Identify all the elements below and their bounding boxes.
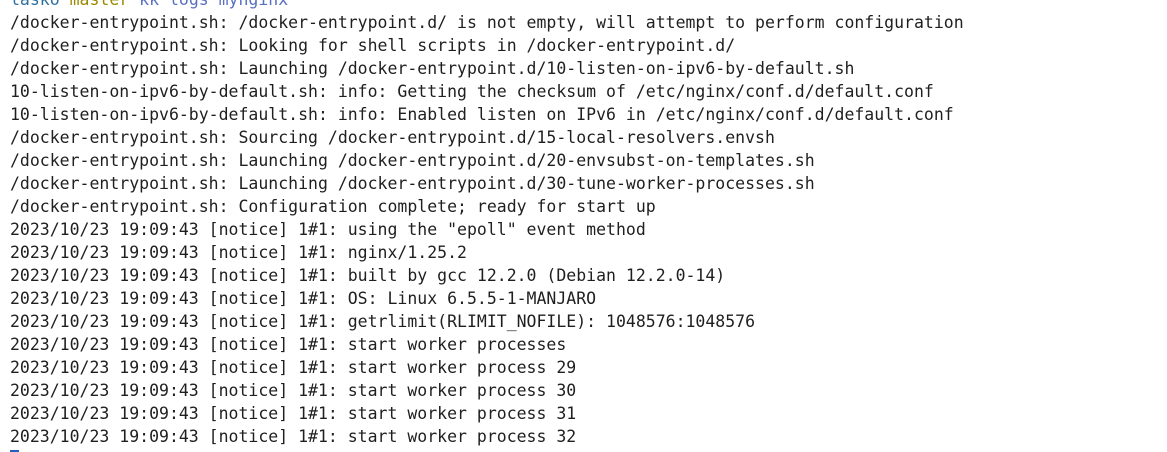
log-line: 10-listen-on-ipv6-by-default.sh: info: E… xyxy=(10,105,954,124)
log-line: 2023/10/23 19:09:43 [notice] 1#1: start … xyxy=(10,358,577,377)
log-line: 2023/10/23 19:09:43 [notice] 1#1: start … xyxy=(10,335,567,354)
log-line: 2023/10/23 19:09:43 [notice] 1#1: start … xyxy=(10,404,577,423)
log-line: /docker-entrypoint.sh: /docker-entrypoin… xyxy=(10,13,964,32)
prompt-line-current[interactable] xyxy=(10,448,964,452)
log-line: 2023/10/23 19:09:43 [notice] 1#1: built … xyxy=(10,266,726,285)
log-line: /docker-entrypoint.sh: Looking for shell… xyxy=(10,36,736,55)
log-line: 2023/10/23 19:09:43 [notice] 1#1: start … xyxy=(10,427,577,446)
prompt-line-previous: lasko master kk logs mynginx xyxy=(10,0,964,11)
log-line: /docker-entrypoint.sh: Configuration com… xyxy=(10,197,656,216)
prompt-branch: master xyxy=(70,0,130,9)
log-line: 10-listen-on-ipv6-by-default.sh: info: G… xyxy=(10,82,934,101)
terminal-window[interactable]: lasko master kk logs mynginx /docker-ent… xyxy=(0,0,1167,452)
log-line: 2023/10/23 19:09:43 [notice] 1#1: OS: Li… xyxy=(10,289,597,308)
log-line: 2023/10/23 19:09:43 [notice] 1#1: nginx/… xyxy=(10,243,467,262)
log-line: 2023/10/23 19:09:43 [notice] 1#1: getrli… xyxy=(10,312,756,331)
log-line: /docker-entrypoint.sh: Launching /docker… xyxy=(10,59,855,78)
log-line: 2023/10/23 19:09:43 [notice] 1#1: using … xyxy=(10,220,646,239)
log-line: 2023/10/23 19:09:43 [notice] 1#1: start … xyxy=(10,381,577,400)
log-line: /docker-entrypoint.sh: Launching /docker… xyxy=(10,174,815,193)
terminal-output: lasko master kk logs mynginx /docker-ent… xyxy=(10,0,964,452)
prompt-command: kk logs mynginx xyxy=(139,0,288,9)
prompt-user: lasko xyxy=(10,0,60,9)
log-line: /docker-entrypoint.sh: Sourcing /docker-… xyxy=(10,128,775,147)
log-line: /docker-entrypoint.sh: Launching /docker… xyxy=(10,151,815,170)
